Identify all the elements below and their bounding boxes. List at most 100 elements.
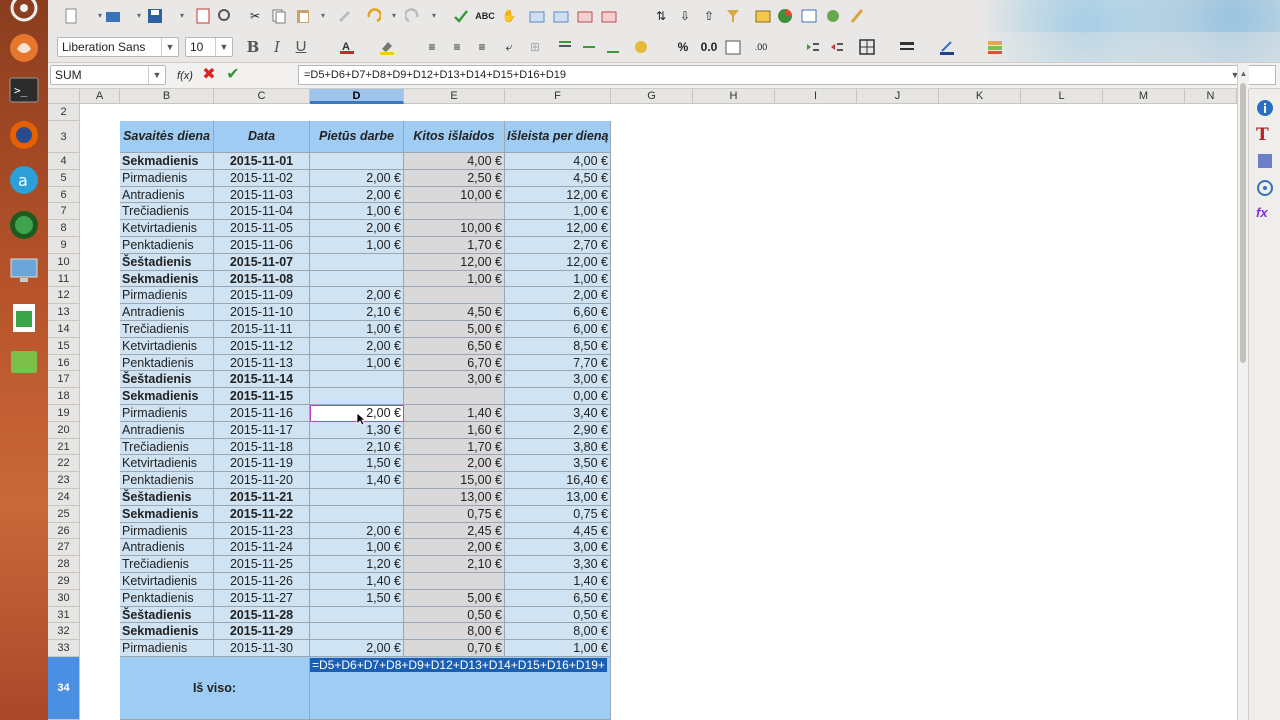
- weekday-cell[interactable]: Ketvirtadienis: [120, 455, 214, 473]
- header-cell-c[interactable]: Data: [214, 121, 310, 153]
- accept-icon[interactable]: ✔: [224, 66, 242, 84]
- daily-total-cell[interactable]: 8,00 €: [505, 623, 611, 641]
- lunch-cell[interactable]: [310, 505, 404, 523]
- daily-total-cell[interactable]: 12,00 €: [505, 186, 611, 204]
- date-cell[interactable]: 2015-11-06: [214, 237, 310, 254]
- other-expenses-cell[interactable]: 2,00 €: [404, 539, 505, 557]
- lunch-cell[interactable]: [310, 623, 404, 641]
- lunch-cell[interactable]: 1,00 €: [310, 354, 404, 372]
- software-center-icon[interactable]: a: [4, 160, 44, 200]
- column-header-m[interactable]: M: [1103, 89, 1185, 104]
- lunch-cell[interactable]: 1,00 €: [310, 237, 404, 254]
- other-expenses-cell[interactable]: 3,00 €: [404, 371, 505, 389]
- other-expenses-cell[interactable]: 2,10 €: [404, 556, 505, 573]
- column-header-h[interactable]: H: [693, 89, 775, 104]
- column-header-k[interactable]: K: [939, 89, 1021, 104]
- daily-total-cell[interactable]: 3,30 €: [505, 556, 611, 573]
- date-cell[interactable]: 2015-11-19: [214, 455, 310, 473]
- weekday-cell[interactable]: Antradienis: [120, 421, 214, 439]
- other-expenses-cell[interactable]: 5,00 €: [404, 321, 505, 338]
- daily-total-cell[interactable]: 16,40 €: [505, 472, 611, 489]
- total-label[interactable]: Iš viso:: [120, 657, 310, 720]
- files-icon[interactable]: [4, 28, 44, 68]
- row-header[interactable]: 25: [48, 505, 80, 523]
- column-header-e[interactable]: E: [404, 89, 505, 104]
- functions-icon[interactable]: fx: [1256, 205, 1274, 223]
- weekday-cell[interactable]: Ketvirtadienis: [120, 573, 214, 590]
- autofilter-icon[interactable]: [724, 7, 742, 25]
- column-header-c[interactable]: C: [214, 89, 310, 104]
- lunch-cell[interactable]: 1,40 €: [310, 472, 404, 489]
- header-cell-b[interactable]: Savaitės diena: [120, 121, 214, 153]
- header-cell-e[interactable]: Kitos išlaidos: [404, 121, 505, 153]
- weekday-cell[interactable]: Antradienis: [120, 304, 214, 321]
- daily-total-cell[interactable]: 0,00 €: [505, 388, 611, 405]
- row-header[interactable]: 20: [48, 421, 80, 439]
- font-name-box[interactable]: Liberation Sans ▼: [57, 37, 179, 57]
- other-expenses-cell[interactable]: 5,00 €: [404, 589, 505, 607]
- sort-icon[interactable]: ⇧: [700, 7, 718, 25]
- lunch-cell[interactable]: [310, 270, 404, 288]
- weekday-cell[interactable]: Penktadienis: [120, 589, 214, 607]
- clone-formatting-icon[interactable]: [336, 7, 354, 25]
- web-browser-icon[interactable]: [4, 205, 44, 245]
- display-settings-icon[interactable]: [4, 250, 44, 290]
- row-header[interactable]: 17: [48, 371, 80, 389]
- row-header[interactable]: 13: [48, 304, 80, 321]
- weekday-cell[interactable]: Šeštadienis: [120, 371, 214, 389]
- lunch-cell[interactable]: 2,10 €: [310, 304, 404, 321]
- wrap-text-icon[interactable]: ⤶: [500, 38, 518, 56]
- weekday-cell[interactable]: Šeštadienis: [120, 606, 214, 624]
- weekday-cell[interactable]: Penktadienis: [120, 354, 214, 372]
- other-expenses-cell[interactable]: 1,00 €: [404, 270, 505, 288]
- daily-total-cell[interactable]: 4,50 €: [505, 169, 611, 187]
- row-header[interactable]: 29: [48, 573, 80, 590]
- date-cell[interactable]: 2015-11-03: [214, 186, 310, 204]
- other-expenses-cell[interactable]: 1,60 €: [404, 421, 505, 439]
- daily-total-cell[interactable]: 3,50 €: [505, 455, 611, 473]
- lunch-cell[interactable]: 1,00 €: [310, 203, 404, 221]
- column-header-j[interactable]: J: [857, 89, 939, 104]
- sort-ascending-icon[interactable]: ⇅: [652, 7, 670, 25]
- row-header[interactable]: 32: [48, 623, 80, 641]
- date-cell[interactable]: 2015-11-20: [214, 472, 310, 489]
- daily-total-cell[interactable]: 3,80 €: [505, 438, 611, 456]
- date-cell[interactable]: 2015-11-14: [214, 371, 310, 389]
- weekday-cell[interactable]: Ketvirtadienis: [120, 337, 214, 355]
- weekday-cell[interactable]: Sekmadienis: [120, 388, 214, 405]
- other-expenses-cell[interactable]: 6,50 €: [404, 337, 505, 355]
- draw-functions-icon[interactable]: [848, 7, 866, 25]
- row-header[interactable]: 8: [48, 220, 80, 237]
- borders-icon[interactable]: [858, 38, 876, 56]
- date-cell[interactable]: 2015-11-02: [214, 169, 310, 187]
- weekday-cell[interactable]: Sekmadienis: [120, 623, 214, 641]
- other-expenses-cell[interactable]: 1,70 €: [404, 237, 505, 254]
- weekday-cell[interactable]: Sekmadienis: [120, 270, 214, 288]
- date-cell[interactable]: 2015-11-07: [214, 253, 310, 271]
- daily-total-cell[interactable]: 13,00 €: [505, 489, 611, 506]
- other-expenses-cell[interactable]: [404, 287, 505, 305]
- daily-total-cell[interactable]: 0,50 €: [505, 606, 611, 624]
- spreadsheet-grid[interactable]: A B C D E F G H I J K L M N 2 3 Savaitės diena Data Pietūs…: [48, 89, 1237, 720]
- date-cell[interactable]: 2015-11-10: [214, 304, 310, 321]
- date-cell[interactable]: 2015-11-01: [214, 153, 310, 170]
- date-format-icon[interactable]: [724, 38, 742, 56]
- number-format-icon[interactable]: 0.0: [698, 38, 720, 56]
- daily-total-cell[interactable]: 3,00 €: [505, 539, 611, 557]
- row-header[interactable]: 23: [48, 472, 80, 489]
- lunch-cell[interactable]: 1,00 €: [310, 321, 404, 338]
- font-size-box[interactable]: 10 ▼: [185, 37, 233, 57]
- total-formula-cell[interactable]: =D5+D6+D7+D8+D9+D12+D13+D14+D15+D16+D19+: [310, 657, 611, 720]
- date-cell[interactable]: 2015-11-15: [214, 388, 310, 405]
- weekday-cell[interactable]: Trečiadienis: [120, 321, 214, 338]
- print-preview-icon[interactable]: [216, 7, 234, 25]
- increase-indent-icon[interactable]: [804, 38, 822, 56]
- undo-dropdown-icon[interactable]: ▾: [385, 7, 403, 25]
- column-header-f[interactable]: F: [505, 89, 611, 104]
- other-expenses-cell[interactable]: [404, 203, 505, 221]
- other-expenses-cell[interactable]: 1,70 €: [404, 438, 505, 456]
- paste-icon[interactable]: [294, 7, 312, 25]
- daily-total-cell[interactable]: 7,70 €: [505, 354, 611, 372]
- function-wizard-icon[interactable]: f(x): [176, 67, 194, 85]
- other-expenses-cell[interactable]: 2,45 €: [404, 522, 505, 540]
